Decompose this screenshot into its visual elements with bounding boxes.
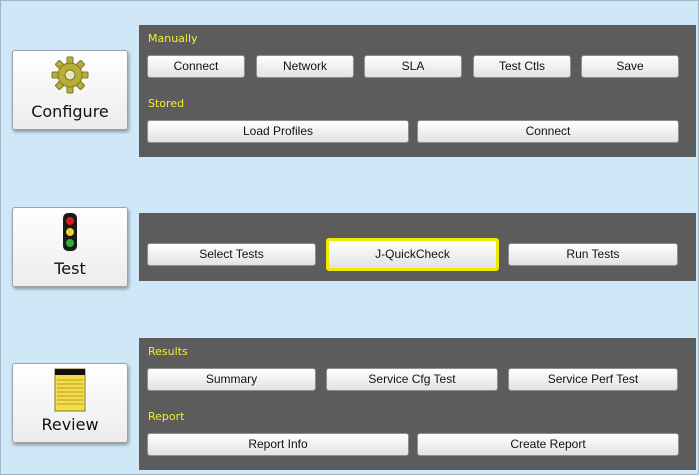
- test-button[interactable]: Test: [12, 207, 128, 287]
- notepad-icon: [53, 368, 87, 416]
- report-section-label: Report: [148, 410, 185, 423]
- stored-connect-button[interactable]: Connect: [417, 120, 679, 143]
- configure-button[interactable]: Configure: [12, 50, 128, 130]
- network-button[interactable]: Network: [256, 55, 354, 78]
- summary-button[interactable]: Summary: [147, 368, 316, 391]
- configure-panel: Manually Connect Network SLA Test Ctls S…: [139, 25, 696, 157]
- sla-button[interactable]: SLA: [364, 55, 462, 78]
- select-tests-button[interactable]: Select Tests: [147, 243, 316, 266]
- service-perf-test-button[interactable]: Service Perf Test: [508, 368, 678, 391]
- create-report-button[interactable]: Create Report: [417, 433, 679, 456]
- app-screen: Configure Test Review Manually Connect N…: [0, 0, 699, 475]
- run-tests-button[interactable]: Run Tests: [508, 243, 678, 266]
- connect-button[interactable]: Connect: [147, 55, 245, 78]
- gear-icon: [50, 55, 90, 99]
- stored-section-label: Stored: [148, 97, 185, 110]
- report-info-button[interactable]: Report Info: [147, 433, 409, 456]
- review-button[interactable]: Review: [12, 363, 128, 443]
- traffic-light-icon: [60, 212, 80, 256]
- test-panel: Select Tests J-QuickCheck Run Tests: [139, 213, 696, 281]
- manually-section-label: Manually: [148, 32, 198, 45]
- load-profiles-button[interactable]: Load Profiles: [147, 120, 409, 143]
- review-panel: Results Summary Service Cfg Test Service…: [139, 338, 696, 470]
- review-label: Review: [41, 415, 99, 434]
- test-ctls-button[interactable]: Test Ctls: [473, 55, 571, 78]
- save-button[interactable]: Save: [581, 55, 679, 78]
- configure-label: Configure: [31, 102, 109, 121]
- j-quickcheck-button[interactable]: J-QuickCheck: [326, 238, 499, 271]
- test-label: Test: [54, 259, 86, 278]
- service-cfg-test-button[interactable]: Service Cfg Test: [326, 368, 498, 391]
- results-section-label: Results: [148, 345, 188, 358]
